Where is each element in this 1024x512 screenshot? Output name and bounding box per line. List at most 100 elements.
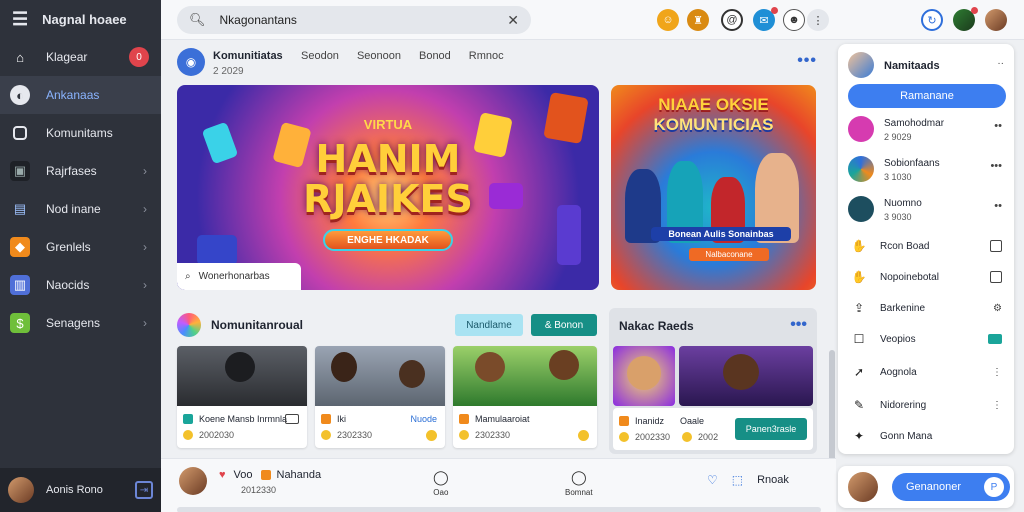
row-menu-icon[interactable]: ••• xyxy=(990,160,1002,172)
community-row[interactable]: Nuomno 3 9030 •• xyxy=(848,194,1008,226)
bottom-user-tag: Nahanda xyxy=(276,469,322,481)
news-card-name: Inanidz Oaale xyxy=(619,416,704,426)
right-panel-primary-button[interactable]: Ramanane xyxy=(848,84,1006,108)
more-options-icon[interactable]: ••• xyxy=(790,316,807,334)
sidebar-item-notes[interactable]: ▤ Nod inane › xyxy=(0,190,161,228)
tab-2[interactable]: Seonoon xyxy=(357,50,401,62)
sidebar-item-savings[interactable]: $ Senagens › xyxy=(0,304,161,342)
community-row[interactable]: Samohodmar 2 9029 •• xyxy=(848,114,1008,146)
sidebar-item-general[interactable]: ◆ Grenlels › xyxy=(0,228,161,266)
bottom-nav-item[interactable]: ◯ Bomnat xyxy=(565,469,593,497)
bottom-action-label[interactable]: Rnoak xyxy=(757,474,789,486)
clipboard-icon: ▤ xyxy=(13,201,27,216)
sidebar-item-communities[interactable]: Komunitams xyxy=(0,114,161,152)
heart-icon[interactable]: ♡ xyxy=(707,473,718,487)
more-options-icon[interactable]: ·· xyxy=(997,58,1004,69)
community-avatar[interactable] xyxy=(177,313,201,337)
share-icon[interactable]: ⬚ xyxy=(732,473,743,487)
secondary-button[interactable]: Nandlame xyxy=(455,314,523,336)
user-avatar[interactable] xyxy=(179,467,207,495)
community-card[interactable]: Mamulaaroiat 2302330 xyxy=(453,346,597,448)
thumb-icon: ✋ xyxy=(851,270,867,284)
news-action-button[interactable]: Panen3rasle xyxy=(735,418,807,440)
menu-link[interactable]: ⇪ Barkenine ⚙ xyxy=(850,296,1008,320)
money-icon: $ xyxy=(10,313,30,333)
card-tag[interactable]: Nuode xyxy=(410,414,437,424)
community-card[interactable]: Koene Mansb Inrmnla 2002030 xyxy=(177,346,307,448)
card-action-icon[interactable] xyxy=(285,414,299,424)
menu-link[interactable]: ☐ Veopios xyxy=(850,327,1008,351)
more-vertical-icon[interactable]: ⋮ xyxy=(992,367,1002,378)
hamburger-menu-icon[interactable]: ☰ xyxy=(12,9,28,30)
chevron-right-icon: › xyxy=(143,316,147,330)
app-title: Nagnal hoaee xyxy=(42,11,127,27)
card-meta-text: 2002030 xyxy=(199,430,235,440)
post-author[interactable]: Komunitiatas xyxy=(213,50,283,62)
sidebar-item-explore[interactable]: ◐ Ankanaas xyxy=(0,76,161,114)
trophy-icon[interactable]: ♜ xyxy=(687,9,709,31)
tab-1[interactable]: Seodon xyxy=(301,50,339,62)
at-icon[interactable]: @ xyxy=(721,9,743,31)
news-card-image[interactable] xyxy=(613,346,675,406)
footer-button-label: Genanoner xyxy=(906,481,962,493)
profile-avatar[interactable] xyxy=(985,9,1007,31)
sidebar: ☰ Nagnal hoaee ⌂ Klagear 0 ◐ Ankanaas Ko… xyxy=(0,0,161,512)
tab-3[interactable]: Bonod xyxy=(419,50,451,62)
profile-avatar[interactable] xyxy=(953,7,978,31)
news-name-text: Inanidz xyxy=(635,416,665,426)
banner-cta-button[interactable]: ENGHE HKADAK xyxy=(323,229,453,251)
refresh-icon[interactable]: ↻ xyxy=(921,9,943,31)
bottom-actions: ♡ ⬚ Rnoak xyxy=(707,473,789,487)
orange-app-icon: ◆ xyxy=(10,237,30,257)
thumb-icon: ✋ xyxy=(851,239,867,253)
toggle-icon[interactable] xyxy=(988,334,1002,344)
exit-icon[interactable]: ⇥ xyxy=(135,481,153,499)
user-avatar[interactable] xyxy=(8,477,34,503)
banner-search-chip[interactable]: ⌕ Wonerhonarbas xyxy=(177,263,301,290)
menu-link[interactable]: ✎ Nidorering ⋮ xyxy=(850,393,1008,417)
chat-icon[interactable]: ✉ xyxy=(753,7,778,31)
hero-banner[interactable]: VIRTUA HANIM RJAIKES ENGHE HKADAK ⌕ Wone… xyxy=(177,85,599,290)
community-row[interactable]: Sobionfaans 3 1030 ••• xyxy=(848,154,1008,186)
bottom-user-line: ♥ Voo Nahanda xyxy=(219,469,321,481)
menu-link[interactable]: ✦ Gonn Mana xyxy=(850,424,1008,448)
community-avatar[interactable]: ◉ xyxy=(177,48,205,76)
scrollbar[interactable] xyxy=(829,350,835,470)
promo-banner[interactable]: NIAAE OKSIE KOMUNTICIAS Bonean Aulis Son… xyxy=(611,85,816,290)
footer-action-button[interactable]: Genanoner P xyxy=(892,473,1010,501)
search-input[interactable] xyxy=(219,13,508,27)
chevron-right-icon: › xyxy=(143,164,147,178)
sidebar-item-home[interactable]: ⌂ Klagear 0 xyxy=(0,38,161,76)
square-icon: ☐ xyxy=(853,332,865,346)
bottom-nav-item[interactable]: ◯ Oao xyxy=(433,469,449,497)
more-vertical-icon[interactable]: ⋮ xyxy=(807,9,829,31)
sidebar-item-documents[interactable]: ▥ Naocids › xyxy=(0,266,161,304)
menu-link-label: Veopios xyxy=(880,333,916,345)
post-header: ◉ Komunitiatas 2 2029 Seodon Seonoon Bon… xyxy=(177,48,817,84)
comment-input-bar[interactable] xyxy=(177,507,821,512)
menu-link[interactable]: ➚ Aognola ⋮ xyxy=(850,360,1008,384)
user-avatar[interactable] xyxy=(848,472,878,502)
bottom-user-text: Voo xyxy=(233,469,253,481)
news-card-image[interactable] xyxy=(679,346,813,406)
face-icon[interactable]: ☻ xyxy=(783,9,805,31)
row-menu-icon[interactable]: •• xyxy=(994,200,1002,212)
tab-4[interactable]: Rmnoc xyxy=(469,50,504,62)
card-icon xyxy=(183,414,193,424)
sidebar-item-screens[interactable]: ▣ Rajrfases › xyxy=(0,152,161,190)
clear-search-icon[interactable]: ✕ xyxy=(507,12,519,29)
community-card[interactable]: Iki 2302330 Nuode xyxy=(315,346,445,448)
sidebar-footer: Aonis Rono ⇥ xyxy=(0,468,161,512)
user-avatar[interactable] xyxy=(848,52,874,78)
more-vertical-icon[interactable]: ⋮ xyxy=(992,400,1002,411)
menu-link[interactable]: ✋ Rcon Boad xyxy=(850,234,1008,258)
row-menu-icon[interactable]: •• xyxy=(994,120,1002,132)
emoji-icon xyxy=(619,432,629,442)
bottom-sub: 2012330 xyxy=(241,485,277,495)
community-row-name: Samohodmar xyxy=(884,118,945,129)
primary-button[interactable]: & Bonon xyxy=(531,314,597,336)
more-options-icon[interactable]: ••• xyxy=(797,52,817,70)
sidebar-item-label: Naocids xyxy=(46,278,90,292)
menu-link[interactable]: ✋ Nopoinebotal xyxy=(850,265,1008,289)
emoji-icon[interactable]: ☺ xyxy=(657,9,679,31)
